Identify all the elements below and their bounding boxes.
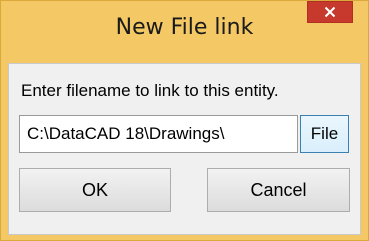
cancel-button[interactable]: Cancel <box>207 168 350 212</box>
prompt-label: Enter filename to link to this entity. <box>21 81 279 100</box>
ok-button[interactable]: OK <box>19 168 171 212</box>
title-bar[interactable]: New File link <box>1 1 368 63</box>
file-browse-button[interactable]: File <box>300 115 349 153</box>
dialog-window: New File link Enter filename to link to … <box>0 0 369 241</box>
filename-input[interactable] <box>19 115 298 153</box>
close-icon <box>324 6 336 18</box>
close-button[interactable] <box>307 1 353 23</box>
